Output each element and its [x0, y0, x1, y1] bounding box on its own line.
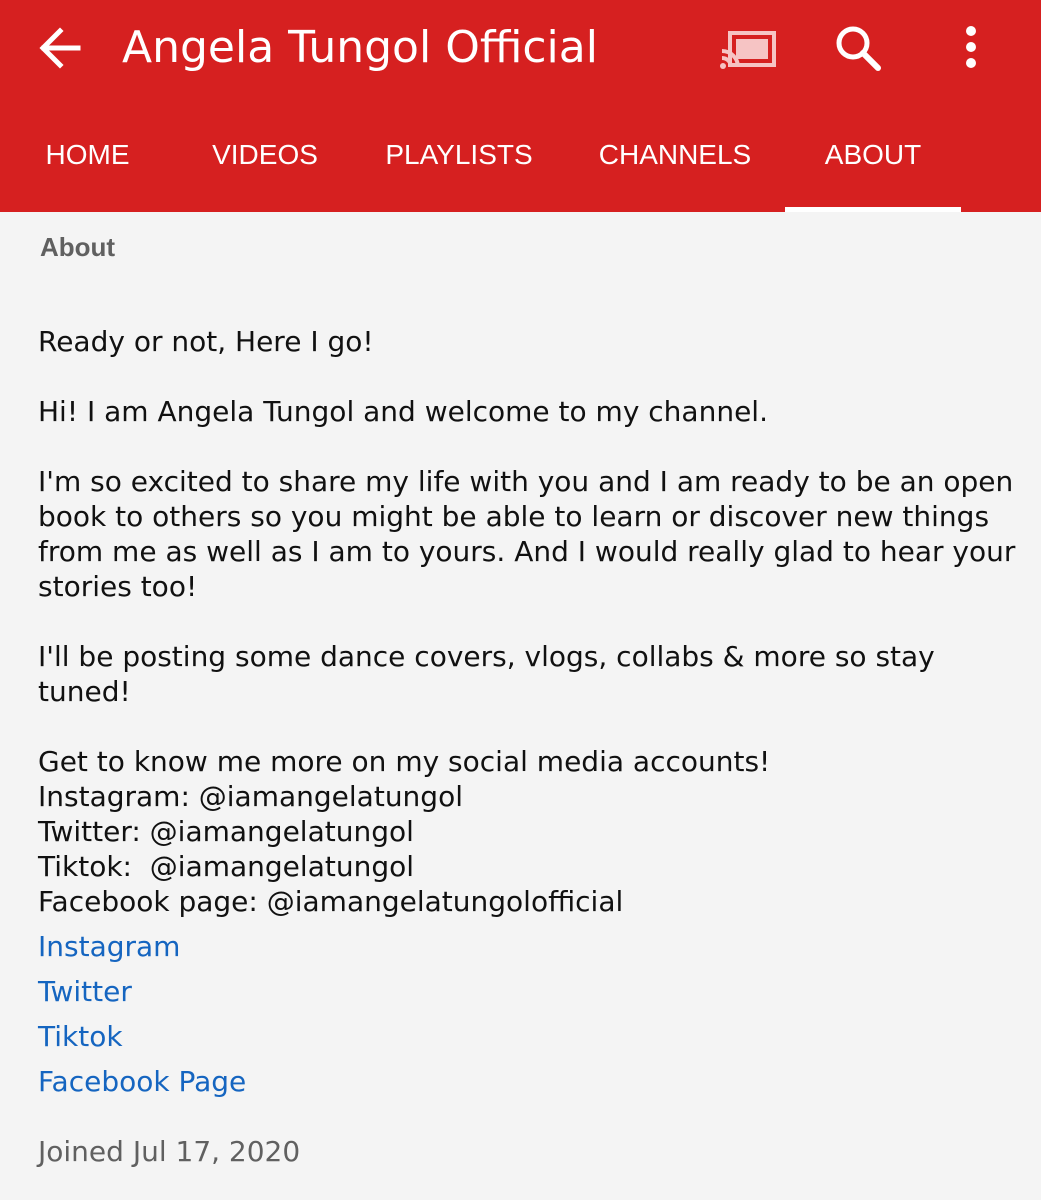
app-header: Angela Tungol Official HOME VIDEOS PLAYL…	[0, 0, 1041, 212]
facebook-page-link[interactable]: Facebook Page	[38, 1059, 246, 1104]
description-greeting: Hi! I am Angela Tungol and welcome to my…	[38, 395, 768, 428]
social-line: Tiktok: @iamangelatungol	[38, 850, 415, 883]
description-paragraph: I'm so excited to share my life with you…	[38, 464, 1016, 604]
tab-about[interactable]: ABOUT	[785, 96, 961, 212]
channel-title: Angela Tungol Official	[122, 22, 598, 73]
about-heading: About	[40, 232, 116, 262]
description-socials: Get to know me more on my social media a…	[38, 744, 1008, 919]
channel-description: Ready or not, Here I go! Hi! I am Angela…	[38, 324, 1016, 919]
back-button[interactable]	[30, 18, 90, 78]
more-options-button[interactable]	[940, 16, 1004, 80]
search-icon	[836, 26, 881, 71]
social-links: Instagram Twitter Tiktok Facebook Page	[38, 924, 246, 1104]
description-posting: I'll be posting some dance covers, vlogs…	[38, 640, 935, 708]
description-line: book to others so you might be able to l…	[38, 500, 990, 533]
cast-icon	[720, 31, 776, 69]
tab-home[interactable]: HOME	[10, 96, 165, 212]
search-button[interactable]	[826, 16, 890, 80]
joined-date: Joined Jul 17, 2020	[38, 1135, 301, 1168]
social-line: Get to know me more on my social media a…	[38, 745, 771, 778]
more-vertical-icon	[966, 26, 976, 68]
channel-tabs: HOME VIDEOS PLAYLISTS CHANNELS ABOUT	[0, 96, 1041, 212]
description-line: stories too!	[38, 570, 198, 603]
cast-button[interactable]	[716, 16, 780, 80]
tab-playlists[interactable]: PLAYLISTS	[370, 96, 548, 212]
social-line: Twitter: @iamangelatungol	[38, 815, 414, 848]
social-line: Instagram: @iamangelatungol	[38, 780, 463, 813]
tiktok-link[interactable]: Tiktok	[38, 1014, 246, 1059]
description-line: from me as well as I am to yours. And I …	[38, 535, 1016, 568]
description-line: I'm so excited to share my life with you…	[38, 465, 1014, 498]
twitter-link[interactable]: Twitter	[38, 969, 246, 1014]
instagram-link[interactable]: Instagram	[38, 924, 246, 969]
tab-channels[interactable]: CHANNELS	[585, 96, 765, 212]
description-tagline: Ready or not, Here I go!	[38, 325, 374, 358]
top-app-bar: Angela Tungol Official	[0, 0, 1041, 96]
arrow-left-icon	[39, 27, 81, 69]
about-content: About Ready or not, Here I go! Hi! I am …	[0, 212, 1041, 1200]
social-line: Facebook page: @iamangelatungolofficial	[38, 885, 624, 918]
tab-videos[interactable]: VIDEOS	[190, 96, 340, 212]
